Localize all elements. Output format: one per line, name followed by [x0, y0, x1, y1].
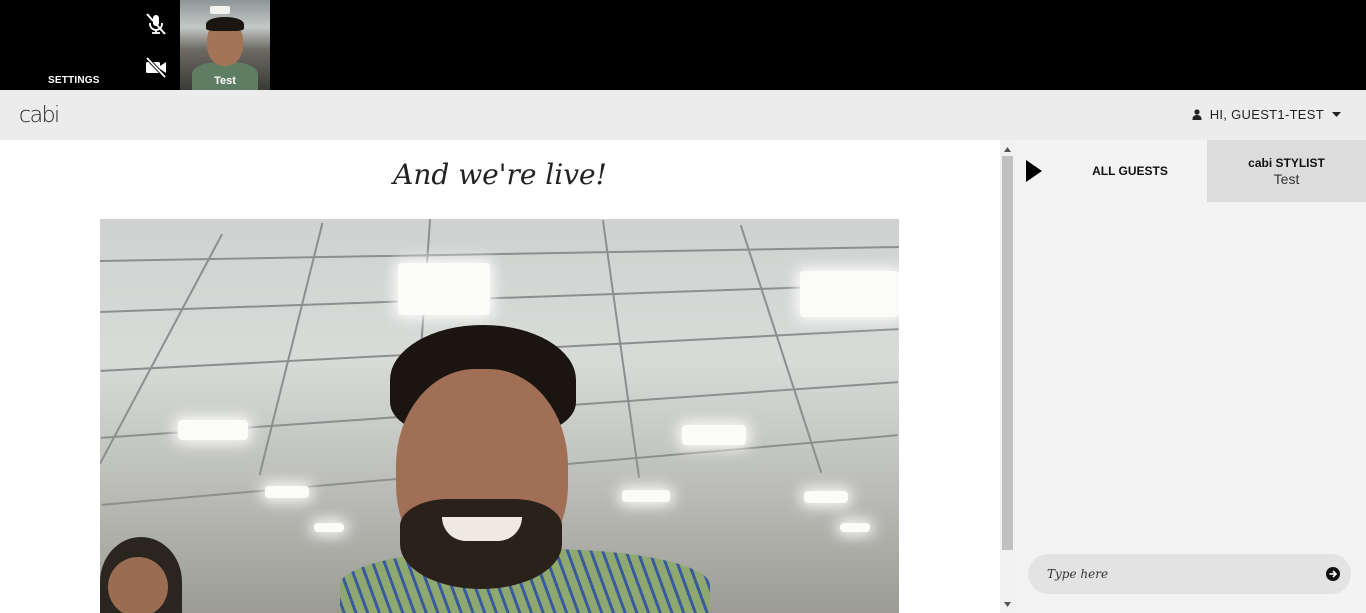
- ceiling-light: [314, 523, 344, 532]
- ceiling-light: [804, 491, 848, 503]
- scroll-up-arrow[interactable]: [1000, 144, 1015, 154]
- ceiling-light: [398, 263, 490, 315]
- chat-collapse-toggle[interactable]: [1015, 140, 1053, 202]
- caret-down-icon: [1332, 112, 1341, 117]
- participant-video-thumbnail[interactable]: Test: [180, 0, 270, 90]
- ceiling-grid-line: [739, 225, 823, 473]
- ceiling-light: [178, 420, 248, 440]
- ceiling-light: [800, 271, 899, 317]
- triangle-up-icon: [1004, 146, 1011, 152]
- scroll-down-arrow[interactable]: [1000, 599, 1015, 609]
- mute-microphone-button[interactable]: [143, 11, 169, 37]
- chat-tabs: ALL GUESTS cabi STYLIST Test: [1015, 140, 1366, 202]
- person-beard: [400, 499, 562, 589]
- ceiling-grid-line: [100, 283, 899, 313]
- main-scrollbar[interactable]: [1000, 140, 1015, 613]
- tab-cabi-stylist[interactable]: cabi STYLIST Test: [1207, 140, 1366, 202]
- user-menu-dropdown[interactable]: HI, GUEST1-TEST: [1192, 107, 1341, 122]
- thumbnail-ceiling-light: [210, 6, 230, 14]
- triangle-down-icon: [1004, 601, 1011, 607]
- main-video-stream[interactable]: [100, 219, 899, 613]
- ceiling-grid-line: [601, 220, 641, 478]
- person-smile: [442, 517, 522, 541]
- video-controls-bar: SETTINGS Test: [0, 0, 1366, 90]
- arrow-right-circle-icon: [1329, 570, 1338, 578]
- thumbnail-person-hair: [206, 17, 244, 31]
- ceiling-light: [622, 490, 670, 502]
- page-title: And we're live!: [393, 158, 607, 191]
- camera-off-icon: [145, 56, 167, 79]
- chat-panel: ALL GUESTS cabi STYLIST Test: [1015, 140, 1366, 613]
- chat-input-container: [1028, 554, 1351, 594]
- tab-stylist-name: Test: [1273, 170, 1300, 187]
- ceiling-light: [682, 425, 746, 445]
- app-header: cabi HI, GUEST1-TEST: [0, 90, 1366, 140]
- cabi-logo[interactable]: cabi: [19, 103, 60, 128]
- chat-message-input[interactable]: [1028, 554, 1318, 594]
- settings-button[interactable]: SETTINGS: [48, 75, 100, 86]
- ceiling-grid-line: [100, 246, 899, 262]
- thumbnail-name: Test: [214, 75, 236, 87]
- toggle-camera-button[interactable]: [143, 54, 169, 80]
- tab-all-guests[interactable]: ALL GUESTS: [1053, 140, 1207, 202]
- user-icon: [1192, 109, 1202, 120]
- mic-muted-icon: [146, 13, 166, 35]
- ceiling-grid-line: [258, 222, 324, 476]
- play-icon: [1026, 160, 1042, 182]
- user-greeting: HI, GUEST1-TEST: [1209, 107, 1324, 122]
- main-content: And we're live!: [0, 140, 1000, 613]
- ceiling-light: [265, 486, 309, 498]
- background-person-face: [108, 557, 168, 613]
- ceiling-light: [840, 523, 870, 532]
- send-message-button[interactable]: [1326, 567, 1340, 581]
- scrollbar-thumb[interactable]: [1002, 156, 1013, 550]
- tab-stylist-title: cabi STYLIST: [1248, 155, 1325, 170]
